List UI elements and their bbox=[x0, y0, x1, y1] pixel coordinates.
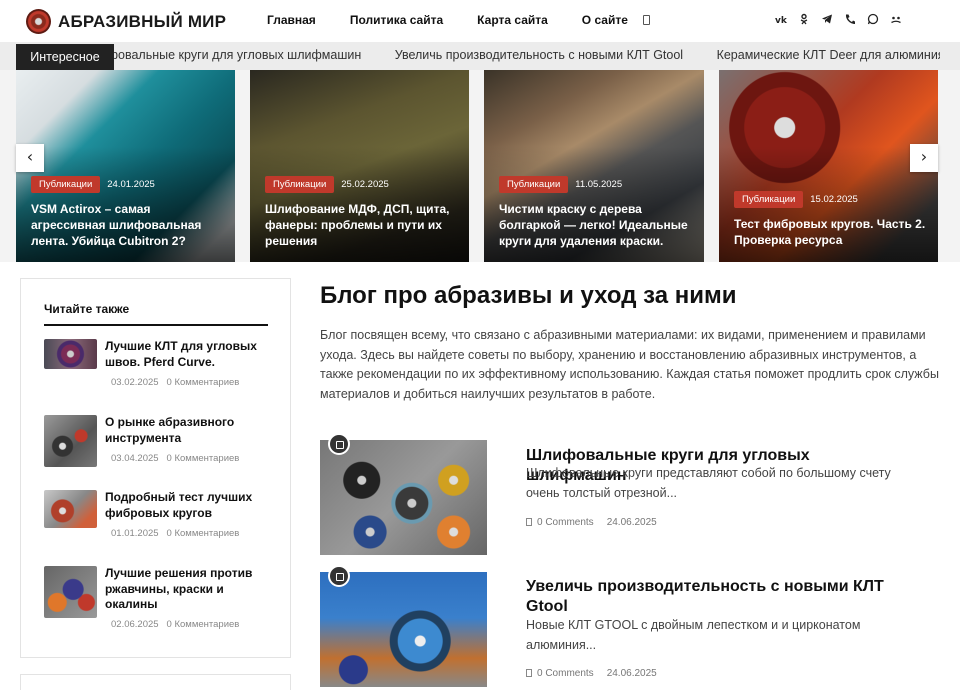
news-ticker: Интересное Шлифовальные круги для угловы… bbox=[0, 42, 960, 70]
vk-icon[interactable]: vk bbox=[775, 13, 788, 26]
social-links: vk bbox=[775, 13, 913, 26]
post-excerpt: Шлифовальные круги представляют собой по… bbox=[526, 466, 891, 500]
main-nav: Главная Политика сайта Карта сайта О сай… bbox=[267, 13, 662, 27]
logo-text: АБРАЗИВНЫЙ МИР bbox=[58, 11, 227, 31]
ticker-items: Шлифовальные круги для угловых шлифмашин… bbox=[114, 42, 940, 70]
category-badge[interactable]: Публикации bbox=[31, 176, 101, 193]
phone-icon[interactable] bbox=[844, 13, 856, 25]
svg-text:vk: vk bbox=[775, 16, 787, 25]
featured-slider: Публикации 24.01.2025 VSM Actirox – сама… bbox=[0, 70, 960, 262]
post-image[interactable] bbox=[320, 572, 487, 687]
sidebar-post-comments[interactable]: 0 Комментариев bbox=[167, 453, 240, 464]
post-thumbnail[interactable] bbox=[44, 566, 97, 618]
card-date: 11.05.2025 bbox=[575, 179, 623, 190]
slider-next-button[interactable]: › bbox=[910, 144, 938, 172]
page-description: Блог посвящен всему, что связано с абраз… bbox=[320, 328, 939, 401]
sidebar-read-also: Читайте также Лучшие КЛТ для угловых шво… bbox=[20, 278, 291, 658]
page-title: Блог про абразивы и уход за ними bbox=[320, 282, 737, 309]
slider-card[interactable]: Публикации 25.02.2025 Шлифование МДФ, ДС… bbox=[250, 70, 469, 262]
odnoklassniki-icon[interactable] bbox=[798, 13, 810, 25]
telegram-icon[interactable] bbox=[821, 13, 833, 25]
mobile-icon[interactable] bbox=[643, 15, 650, 25]
post-comments[interactable]: 0 Comments bbox=[537, 668, 594, 679]
sidebar-divider bbox=[44, 324, 268, 326]
ticker-label: Интересное bbox=[16, 44, 114, 70]
card-date: 24.01.2025 bbox=[107, 179, 155, 190]
post-excerpt: Новые КЛТ GTOOL с двойным лепестком и и … bbox=[526, 618, 861, 652]
site-header: АБРАЗИВНЫЙ МИР Главная Политика сайта Ка… bbox=[0, 0, 960, 42]
post-thumbnail[interactable] bbox=[44, 339, 97, 369]
sidebar-post-date: 02.06.2025 bbox=[111, 619, 159, 630]
nav-sitemap[interactable]: Карта сайта bbox=[477, 13, 548, 27]
sidebar-post-title[interactable]: О рынке абразивного инструмента bbox=[105, 415, 275, 446]
post-image[interactable] bbox=[320, 440, 487, 555]
slider-card[interactable]: Публикации 15.02.2025 Тест фибровых круг… bbox=[719, 70, 938, 262]
comment-icon bbox=[526, 669, 532, 677]
sidebar-post-comments[interactable]: 0 Комментариев bbox=[167, 377, 240, 388]
comment-icon bbox=[526, 518, 532, 526]
ticker-item[interactable]: Шлифовальные круги для угловых шлифмашин bbox=[114, 48, 361, 62]
ticker-item[interactable]: Керамические КЛТ Deer для алюминия bbox=[717, 48, 940, 62]
post-date: 24.06.2025 bbox=[606, 668, 657, 679]
category-badge[interactable]: Публикации bbox=[499, 176, 569, 193]
nav-policy[interactable]: Политика сайта bbox=[350, 13, 443, 27]
post-thumbnail[interactable] bbox=[44, 415, 97, 467]
post-title[interactable]: Увеличь производительность с новыми КЛТ … bbox=[526, 577, 906, 617]
sidebar-post-title[interactable]: Лучшие КЛТ для угловых швов. Pferd Curve… bbox=[105, 339, 275, 370]
nav-home[interactable]: Главная bbox=[267, 13, 316, 27]
post-date: 24.06.2025 bbox=[606, 517, 657, 528]
sidebar-post-date: 03.04.2025 bbox=[111, 453, 159, 464]
sidebar-widget-2 bbox=[20, 674, 291, 690]
abrasive-disc-icon bbox=[26, 9, 51, 34]
sidebar-post-comments[interactable]: 0 Комментариев bbox=[167, 528, 240, 539]
card-title[interactable]: Тест фибровых кругов. Часть 2. Проверка … bbox=[734, 216, 926, 248]
slider-prev-button[interactable]: ‹ bbox=[16, 144, 44, 172]
ticker-item[interactable]: Увеличь производительность с новыми КЛТ … bbox=[395, 48, 683, 62]
card-title[interactable]: Шлифование МДФ, ДСП, щита, фанеры: пробл… bbox=[265, 201, 457, 249]
post-format-icon bbox=[328, 433, 350, 455]
sidebar-post-date: 01.01.2025 bbox=[111, 528, 159, 539]
card-title[interactable]: Чистим краску с дерева болгаркой — легко… bbox=[499, 201, 692, 249]
site-logo[interactable]: АБРАЗИВНЫЙ МИР bbox=[26, 9, 226, 34]
card-date: 25.02.2025 bbox=[341, 179, 389, 190]
sidebar-post-comments[interactable]: 0 Комментариев bbox=[167, 619, 240, 630]
slider-card[interactable]: Публикации 24.01.2025 VSM Actirox – сама… bbox=[16, 70, 235, 262]
slider-card[interactable]: Публикации 11.05.2025 Чистим краску с де… bbox=[484, 70, 704, 262]
sidebar-title: Читайте также bbox=[44, 302, 130, 316]
post-thumbnail[interactable] bbox=[44, 490, 97, 528]
nav-about[interactable]: О сайте bbox=[582, 13, 628, 27]
card-title[interactable]: VSM Actirox – самая агрессивная шлифовал… bbox=[31, 201, 223, 249]
community-icon[interactable] bbox=[890, 13, 902, 25]
whatsapp-icon[interactable] bbox=[867, 13, 879, 25]
category-badge[interactable]: Публикации bbox=[734, 191, 804, 208]
sidebar-post-title[interactable]: Подробный тест лучших фибровых кругов bbox=[105, 490, 275, 521]
sidebar-post-date: 03.02.2025 bbox=[111, 377, 159, 388]
sidebar-post-title[interactable]: Лучшие решения против ржавчины, краски и… bbox=[105, 566, 275, 613]
post-format-icon bbox=[328, 565, 350, 587]
card-date: 15.02.2025 bbox=[810, 194, 858, 205]
post-comments[interactable]: 0 Comments bbox=[537, 517, 594, 528]
category-badge[interactable]: Публикации bbox=[265, 176, 335, 193]
